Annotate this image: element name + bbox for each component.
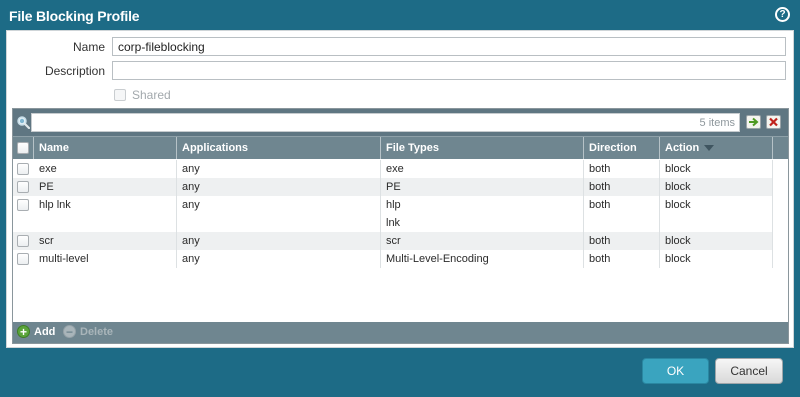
cell-direction: both [584, 196, 660, 232]
cell-file-types: hlp lnk [381, 196, 584, 232]
description-label: Description [44, 64, 105, 78]
shared-checkbox[interactable] [114, 89, 126, 101]
row-checkbox[interactable] [17, 235, 29, 247]
shared-checkbox-group: Shared [114, 88, 171, 102]
grid-header: Name Applications File Types Direction A… [13, 136, 788, 159]
row-checkbox[interactable] [17, 253, 29, 265]
cell-name: multi-level [34, 250, 177, 268]
cell-direction: both [584, 160, 660, 178]
column-header-applications[interactable]: Applications [177, 137, 381, 159]
add-button[interactable]: + Add [17, 325, 55, 338]
cell-direction: both [584, 232, 660, 250]
arrow-right-icon[interactable] [746, 115, 761, 129]
column-header-file-types[interactable]: File Types [381, 137, 584, 159]
table-row[interactable]: scr any scr both block [13, 232, 773, 250]
items-count: 5 items [699, 117, 735, 129]
delete-label: Delete [80, 325, 114, 338]
table-row[interactable]: multi-level any Multi-Level-Encoding bot… [13, 250, 773, 268]
cell-applications: any [177, 178, 381, 196]
table-row[interactable]: hlp lnk any hlp lnk both block [13, 196, 773, 232]
cell-name: hlp lnk [34, 196, 177, 232]
cell-name: scr [34, 232, 177, 250]
column-header-action[interactable]: Action [660, 137, 773, 159]
sort-down-icon [704, 145, 715, 152]
add-label: Add [34, 325, 56, 338]
file-blocking-rules-grid: 5 items Name Applications File Types Dir… [12, 108, 789, 344]
name-label: Name [72, 40, 105, 54]
cancel-button[interactable]: Cancel [715, 358, 783, 384]
cell-direction: both [584, 178, 660, 196]
row-checkbox[interactable] [17, 181, 29, 193]
dialog-title: File Blocking Profile [9, 8, 140, 24]
cell-action: block [660, 178, 773, 196]
cell-action: block [660, 232, 773, 250]
name-field[interactable] [112, 37, 786, 56]
column-header-action-label: Action [665, 142, 700, 154]
shared-label: Shared [132, 88, 171, 102]
cell-file-types: Multi-Level-Encoding [381, 250, 584, 268]
close-icon[interactable] [766, 115, 781, 129]
cell-action: block [660, 196, 773, 232]
minus-icon: − [63, 325, 76, 338]
row-checkbox[interactable] [17, 199, 29, 211]
select-all-header [13, 137, 34, 159]
table-row[interactable]: PE any PE both block [13, 178, 773, 196]
cell-direction: both [584, 250, 660, 268]
cell-action: block [660, 160, 773, 178]
table-row[interactable]: exe any exe both block [13, 160, 773, 178]
cell-file-types: scr [381, 232, 584, 250]
search-icon [17, 116, 30, 129]
grid-search-bar: 5 items [13, 109, 788, 136]
select-all-checkbox[interactable] [17, 142, 29, 154]
help-icon[interactable]: ? [775, 7, 790, 22]
search-input[interactable]: 5 items [31, 113, 740, 132]
plus-icon: + [17, 325, 30, 338]
delete-button[interactable]: − Delete [63, 325, 113, 338]
cell-name: exe [34, 160, 177, 178]
cell-file-types: exe [381, 160, 584, 178]
cell-applications: any [177, 160, 381, 178]
cell-applications: any [177, 250, 381, 268]
row-checkbox[interactable] [17, 163, 29, 175]
cell-applications: any [177, 232, 381, 250]
description-field[interactable] [112, 61, 786, 80]
grid-footer-toolbar: + Add − Delete [13, 322, 788, 343]
column-header-direction[interactable]: Direction [584, 137, 660, 159]
file-blocking-profile-dialog: File Blocking Profile ? Name Description… [0, 0, 800, 397]
dialog-content: Name Description Shared 5 items [6, 30, 794, 348]
dialog-titlebar: File Blocking Profile ? [0, 0, 800, 30]
cell-file-types: PE [381, 178, 584, 196]
cell-action: block [660, 250, 773, 268]
cell-applications: any [177, 196, 381, 232]
cell-name: PE [34, 178, 177, 196]
ok-button[interactable]: OK [642, 358, 709, 384]
column-header-name[interactable]: Name [34, 137, 177, 159]
